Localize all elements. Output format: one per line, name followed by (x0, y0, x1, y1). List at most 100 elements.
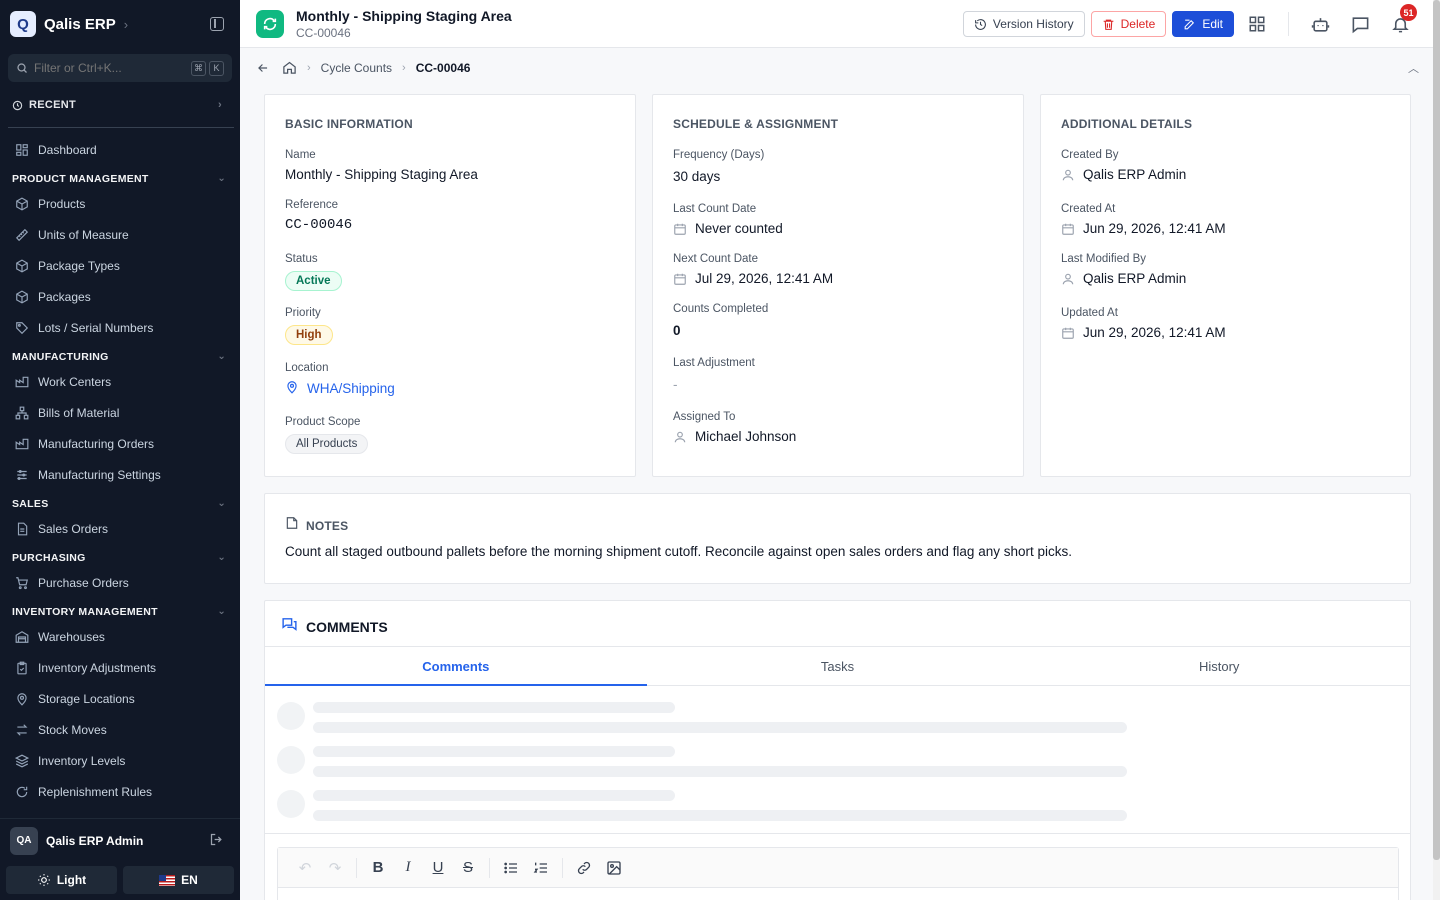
sidebar-item-purchase-orders[interactable]: Purchase Orders (0, 567, 240, 598)
tab-tasks[interactable]: Tasks (647, 647, 1029, 685)
sidebar-item-sales-orders[interactable]: Sales Orders (0, 513, 240, 544)
sidebar-item-replenishment-rules[interactable]: Replenishment Rules (0, 776, 240, 807)
user-profile[interactable]: QA Qalis ERP Admin (0, 818, 240, 862)
sidebar-item-label: Warehouses (38, 629, 105, 644)
comment-editor[interactable]: ↶ ↷ B I U S (277, 847, 1399, 900)
tab-history[interactable]: History (1028, 647, 1410, 685)
sidebar-item-manufacturing-settings[interactable]: Manufacturing Settings (0, 459, 240, 490)
us-flag-icon (159, 874, 176, 886)
sidebar-nav: Dashboard PRODUCT MANAGEMENT ⌄ Products U… (0, 134, 240, 814)
sidebar-item-bills-of-material[interactable]: Bills of Material (0, 397, 240, 428)
language-button[interactable]: EN (123, 866, 234, 894)
image-icon[interactable] (599, 853, 629, 883)
sidebar-item-units-of-measure[interactable]: Units of Measure (0, 219, 240, 250)
loading-skeleton-row (277, 702, 1127, 742)
sidebar-item-storage-locations[interactable]: Storage Locations (0, 683, 240, 714)
sidebar-collapse-icon[interactable] (210, 17, 224, 31)
sidebar-item-stock-moves[interactable]: Stock Moves (0, 714, 240, 745)
history-icon (975, 18, 986, 30)
chevron-right-icon[interactable]: › (124, 17, 128, 32)
notification-badge: 51 (1400, 4, 1417, 21)
page-scrollbar[interactable] (1433, 0, 1440, 900)
back-arrow-icon[interactable] (256, 61, 270, 75)
field-name: Name Monthly - Shipping Staging Area (285, 149, 478, 182)
redo-icon[interactable]: ↷ (320, 853, 350, 883)
basic-information-card: BASIC INFORMATION Name Monthly - Shippin… (264, 94, 636, 477)
underline-icon[interactable]: U (423, 853, 453, 883)
numbered-list-icon[interactable] (526, 853, 556, 883)
breadcrumb-separator: › (402, 61, 406, 74)
home-icon[interactable] (282, 60, 297, 75)
version-history-label: Version History (992, 17, 1074, 31)
calendar-icon (1061, 222, 1075, 236)
chat-icon[interactable] (1343, 10, 1377, 38)
comments-tabs: Comments Tasks History (265, 646, 1410, 686)
field-value: Michael Johnson (695, 429, 797, 444)
breadcrumb-cycle-counts[interactable]: Cycle Counts (321, 61, 392, 75)
undo-icon[interactable]: ↶ (290, 853, 320, 883)
field-value: Monthly - Shipping Staging Area (285, 167, 478, 182)
brand-name[interactable]: Qalis ERP (44, 16, 116, 33)
logout-icon[interactable] (209, 832, 224, 850)
field-frequency: Frequency (Days) 30 days (673, 149, 764, 184)
robot-icon[interactable] (1303, 10, 1337, 38)
sidebar-item-package-types[interactable]: Package Types (0, 250, 240, 281)
field-label: Last Count Date (673, 203, 757, 215)
tag-icon (14, 320, 30, 336)
field-label: Name (285, 149, 316, 161)
clipboard-check-icon (14, 660, 30, 676)
field-label: Product Scope (285, 416, 361, 428)
grid-icon[interactable] (1240, 10, 1274, 38)
sidebar-search[interactable]: ⌘ K (8, 54, 232, 82)
refresh-icon (14, 784, 30, 800)
field-label: Created By (1061, 149, 1119, 161)
sidebar-group-purchasing[interactable]: PURCHASING ⌄ (0, 548, 240, 567)
sidebar-item-inventory-levels[interactable]: Inventory Levels (0, 745, 240, 776)
bell-icon[interactable]: 51 (1383, 4, 1417, 38)
bold-icon[interactable]: B (363, 853, 393, 883)
brand-logo[interactable]: Q (10, 11, 36, 37)
comments-header: COMMENTS (281, 616, 388, 638)
sidebar-item-dashboard[interactable]: Dashboard (0, 134, 240, 165)
bullet-list-icon[interactable] (496, 853, 526, 883)
sidebar-item-packages[interactable]: Packages (0, 281, 240, 312)
layers-icon (14, 753, 30, 769)
sidebar-item-products[interactable]: Products (0, 188, 240, 219)
kbd-k: K (209, 60, 224, 76)
field-label: Location (285, 362, 329, 374)
sidebar-item-inventory-adjustments[interactable]: Inventory Adjustments (0, 652, 240, 683)
sidebar-group-sales[interactable]: SALES ⌄ (0, 494, 240, 513)
sidebar-item-lots-serial-numbers[interactable]: Lots / Serial Numbers (0, 312, 240, 343)
kbd-cmd: ⌘ (191, 60, 206, 76)
sidebar-group-inventory-management[interactable]: INVENTORY MANAGEMENT ⌄ (0, 602, 240, 621)
dashboard-icon (14, 142, 30, 158)
tab-comments[interactable]: Comments (265, 647, 647, 686)
chevron-down-icon: ⌄ (217, 552, 226, 563)
sidebar-item-warehouses[interactable]: Warehouses (0, 621, 240, 652)
language-label: EN (181, 873, 198, 887)
sidebar-item-manufacturing-orders[interactable]: Manufacturing Orders (0, 428, 240, 459)
sidebar-footer: Light EN (6, 866, 234, 894)
chevron-up-icon[interactable]: ︿ (1408, 60, 1419, 76)
field-label: Status (285, 253, 318, 265)
location-link[interactable]: WHA/Shipping (285, 380, 395, 397)
breadcrumb-separator: › (307, 61, 311, 74)
scrollbar-thumb[interactable] (1433, 0, 1440, 860)
field-label: Last Adjustment (673, 357, 755, 369)
sidebar-search-input[interactable] (34, 61, 174, 75)
theme-toggle-button[interactable]: Light (6, 866, 117, 894)
avatar: QA (10, 826, 38, 855)
sidebar-group-manufacturing[interactable]: MANUFACTURING ⌄ (0, 347, 240, 366)
delete-button[interactable]: Delete (1090, 11, 1167, 37)
edit-button[interactable]: Edit (1172, 11, 1234, 37)
recent-section[interactable]: RECENT › (12, 99, 222, 111)
sidebar-item-work-centers[interactable]: Work Centers (0, 366, 240, 397)
sidebar-group-product-management[interactable]: PRODUCT MANAGEMENT ⌄ (0, 169, 240, 188)
link-icon[interactable] (569, 853, 599, 883)
version-history-button[interactable]: Version History (962, 11, 1085, 37)
sidebar-item-label: Inventory Adjustments (38, 660, 157, 675)
italic-icon[interactable]: I (393, 853, 423, 883)
strikethrough-icon[interactable]: S (453, 853, 483, 883)
field-label: Frequency (Days) (673, 149, 765, 161)
sliders-icon (14, 467, 30, 483)
